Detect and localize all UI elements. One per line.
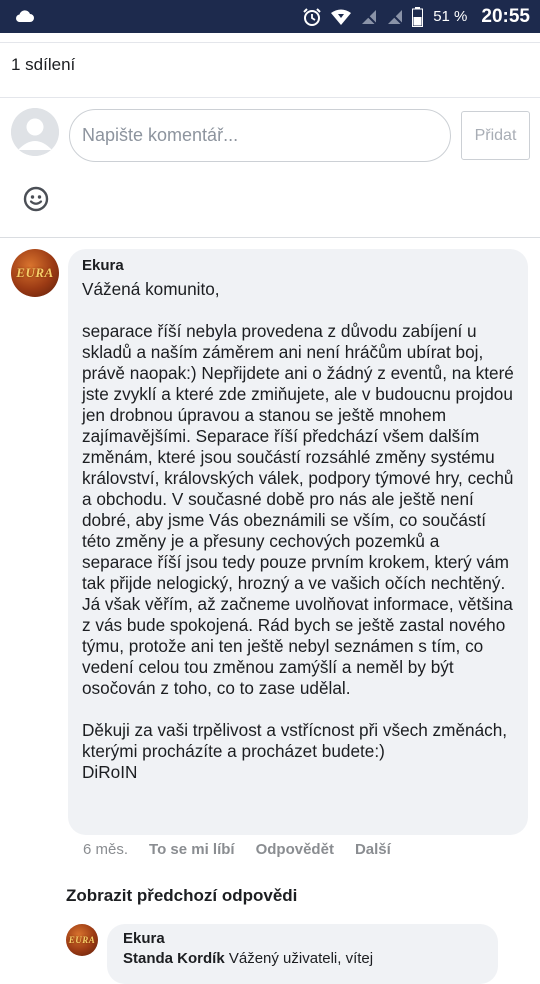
avatar-logo: EURA xyxy=(16,265,54,280)
default-avatar-icon xyxy=(11,108,59,156)
commenter-avatar[interactable]: EURA xyxy=(11,249,59,297)
reply-author[interactable]: Ekura xyxy=(123,930,482,947)
battery-percent: 51 % xyxy=(433,8,468,25)
battery-icon xyxy=(412,6,424,27)
user-avatar xyxy=(11,108,59,156)
reply-bubble[interactable]: Ekura Standa Kordík Vážený uživateli, ví… xyxy=(107,924,498,984)
reply-text-start: Vážený uživateli, vítej xyxy=(228,950,374,967)
no-sim-icon xyxy=(361,8,377,25)
comment-actions: 6 měs. To se mi líbí Odpovědět Další xyxy=(83,841,391,858)
clock: 20:55 xyxy=(481,5,530,27)
no-sim-icon xyxy=(387,8,403,25)
more-button[interactable]: Další xyxy=(355,841,391,858)
comment-author[interactable]: Ekura xyxy=(82,257,514,274)
cloud-icon xyxy=(16,10,34,22)
shares-count[interactable]: 1 sdílení xyxy=(11,55,75,75)
reply-button[interactable]: Odpovědět xyxy=(256,841,334,858)
reply-avatar[interactable]: EURA xyxy=(66,924,98,956)
alarm-icon xyxy=(303,7,321,26)
comment-text: Vážená komunito, separace říší nebyla pr… xyxy=(82,279,514,782)
reply-mention[interactable]: Standa Kordík xyxy=(123,950,225,967)
comment-composer: Přidat xyxy=(0,98,540,238)
like-button[interactable]: To se mi líbí xyxy=(149,841,235,858)
comment-input[interactable] xyxy=(69,109,451,162)
add-comment-button[interactable]: Přidat xyxy=(461,111,530,160)
status-bar: 51 % 20:55 xyxy=(0,0,540,33)
comment-bubble[interactable]: Ekura Vážená komunito, separace říší neb… xyxy=(68,249,528,835)
reply-text: Standa Kordík Vážený uživateli, vítej xyxy=(123,950,482,967)
show-previous-replies[interactable]: Zobrazit předchozí odpovědi xyxy=(66,886,297,906)
wifi-icon xyxy=(331,9,352,25)
avatar-logo: EURA xyxy=(68,935,96,945)
shares-row[interactable]: 1 sdílení xyxy=(0,42,540,98)
comment-time: 6 měs. xyxy=(83,841,129,858)
smiley-icon[interactable] xyxy=(23,186,49,212)
